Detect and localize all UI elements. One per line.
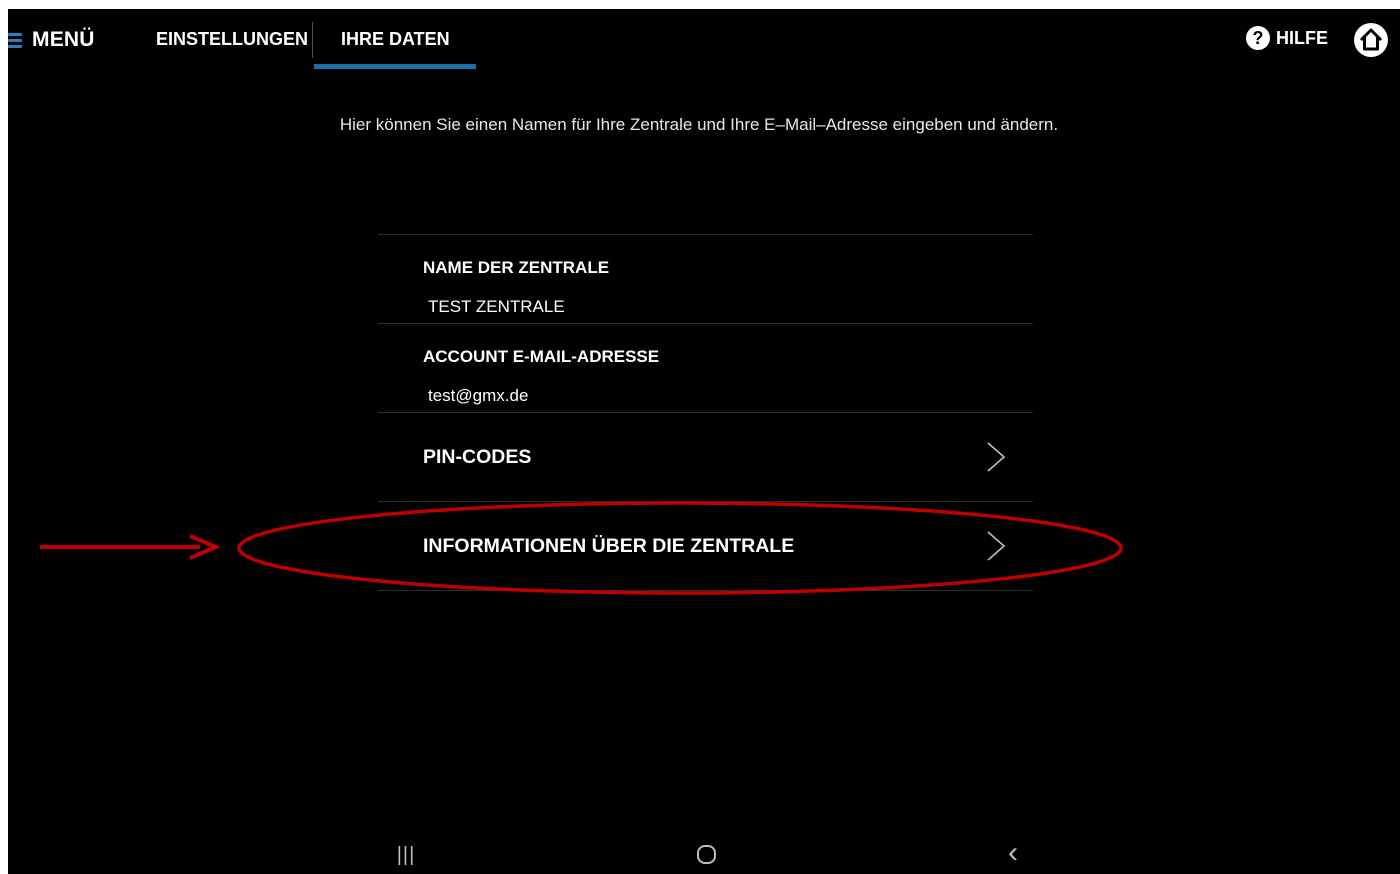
home-icon[interactable]: [1353, 22, 1389, 58]
intro-text-row: Hier können Sie einen Namen für Ihre Zen…: [8, 115, 1400, 135]
help-label: HILFE: [1276, 27, 1328, 48]
central-info-row[interactable]: INFORMATIONEN ÜBER DIE ZENTRALE: [378, 502, 1033, 590]
central-info-label: INFORMATIONEN ÜBER DIE ZENTRALE: [423, 535, 795, 557]
hamburger-icon: [8, 31, 22, 49]
back-button[interactable]: ‹: [993, 838, 1033, 870]
menu-button[interactable]: MENÜ: [8, 23, 95, 57]
app-screen: MENÜ EINSTELLUNGEN IHRE DATEN ? HILFE Hi…: [8, 9, 1400, 874]
active-tab-indicator: [314, 64, 476, 69]
account-email-label: ACCOUNT E-MAIL-ADRESSE: [423, 347, 660, 366]
chevron-right-icon: [987, 442, 1006, 472]
home-nav-button[interactable]: [686, 840, 726, 870]
help-icon: ?: [1246, 26, 1270, 50]
menu-label: MENÜ: [32, 28, 95, 51]
tab-einstellungen[interactable]: EINSTELLUNGEN: [156, 29, 308, 50]
recents-button[interactable]: |||: [386, 840, 426, 870]
intro-text: Hier können Sie einen Namen für Ihre Zen…: [339, 115, 1059, 134]
account-email-value: test@gmx.de: [428, 386, 529, 406]
settings-list: NAME DER ZENTRALE TEST ZENTRALE ACCOUNT …: [378, 234, 1033, 591]
tab-ihre-daten[interactable]: IHRE DATEN: [341, 29, 450, 50]
tab-divider: [312, 22, 313, 58]
chevron-right-icon: [987, 531, 1006, 561]
central-name-label: NAME DER ZENTRALE: [423, 258, 610, 277]
pin-codes-label: PIN-CODES: [423, 446, 532, 468]
help-button[interactable]: ? HILFE: [1246, 26, 1328, 50]
pin-codes-row[interactable]: PIN-CODES: [378, 413, 1033, 501]
divider: [378, 590, 1033, 591]
system-navigation-bar: ||| ‹: [8, 836, 1400, 874]
central-name-value: TEST ZENTRALE: [428, 297, 565, 317]
account-email-row: ACCOUNT E-MAIL-ADRESSE test@gmx.de: [378, 324, 1033, 412]
central-name-row: NAME DER ZENTRALE TEST ZENTRALE: [378, 235, 1033, 323]
